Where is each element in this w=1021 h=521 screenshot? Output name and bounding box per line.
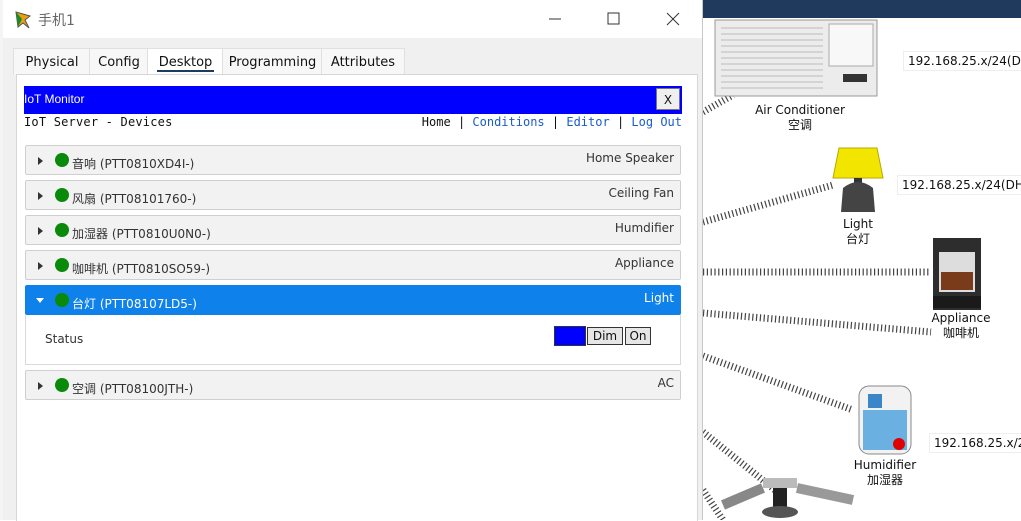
device-type: Ceiling Fan xyxy=(608,186,674,200)
close-button[interactable] xyxy=(653,6,693,32)
humidifier-icon xyxy=(858,385,912,455)
coffee-machine-icon xyxy=(933,238,981,310)
device-row-humidifier[interactable]: 加湿器 (PTT0810U0N0-) Humdifier xyxy=(25,215,681,245)
topology-canvas[interactable]: Air Conditioner 空调 Light 台灯 Appliance 咖啡机 H… xyxy=(703,0,1021,520)
iot-monitor-title: IoT Monitor xyxy=(24,92,85,106)
nav-separator: | xyxy=(551,115,560,129)
iot-close-button[interactable]: X xyxy=(656,88,680,110)
expand-caret-icon xyxy=(38,262,43,270)
maximize-button[interactable] xyxy=(593,6,633,32)
status-dot-icon xyxy=(55,378,69,392)
device-row-speaker[interactable]: 音响 (PTT0810XD4I-) Home Speaker xyxy=(25,145,681,175)
light-label: Light 台灯 xyxy=(843,217,873,246)
tab-attributes[interactable]: Attributes xyxy=(321,48,405,75)
nav-home-link[interactable]: Home xyxy=(422,115,451,129)
device-type: Light xyxy=(644,291,674,305)
expand-caret-icon xyxy=(38,192,43,200)
status-label: Status xyxy=(45,332,84,346)
device-name: 音响 (PTT0810XD4I-) xyxy=(72,157,195,171)
device-row-coffee[interactable]: 咖啡机 (PTT0810SO59-) Appliance xyxy=(25,250,681,280)
nav-editor-link[interactable]: Editor xyxy=(566,115,609,129)
ip-label: 192.168.25.x/24(DHC xyxy=(897,175,1021,195)
status-color-indicator xyxy=(554,326,586,346)
nav-conditions-link[interactable]: Conditions xyxy=(472,115,544,129)
nav-separator: | xyxy=(457,115,466,129)
status-dot-icon xyxy=(55,188,69,202)
minimize-icon xyxy=(549,18,561,20)
status-dot-icon xyxy=(55,258,69,272)
maximize-icon xyxy=(607,12,620,25)
device-type: Home Speaker xyxy=(585,151,674,165)
tab-programming[interactable]: Programming xyxy=(222,48,323,75)
tab-physical[interactable]: Physical xyxy=(13,48,91,75)
app-icon xyxy=(15,11,32,29)
status-dot-icon xyxy=(55,293,69,307)
desktop-content: IoT Monitor X IoT Server - Devices Home … xyxy=(16,74,698,521)
expand-caret-icon xyxy=(38,382,43,390)
lamp-icon xyxy=(832,147,884,212)
expand-caret-icon xyxy=(38,157,43,165)
nav-logout-link[interactable]: Log Out xyxy=(631,115,682,129)
collapse-caret-icon xyxy=(36,298,44,303)
device-row-fan[interactable]: 风扇 (PTT08101760-) Ceiling Fan xyxy=(25,180,681,210)
tab-desktop[interactable]: Desktop xyxy=(147,48,224,75)
expand-caret-icon xyxy=(38,227,43,235)
close-icon xyxy=(666,12,680,26)
ip-label: 192.168.25.x/24(DH xyxy=(903,51,1021,71)
device-type: Appliance xyxy=(614,256,674,270)
device-name: 台灯 (PTT08107LD5-) xyxy=(72,297,197,311)
ceiling-fan-icon xyxy=(721,478,855,518)
device-window: 手机1 Physical Config Desktop Programming … xyxy=(3,0,703,521)
air-conditioner-label: Air Conditioner 空调 xyxy=(755,103,845,132)
lamp-status-panel: Status Dim On xyxy=(25,315,681,365)
nav-separator: | xyxy=(616,115,625,129)
appliance-label: Appliance 咖啡机 xyxy=(931,311,991,340)
on-button[interactable]: On xyxy=(625,327,651,345)
device-name: 风扇 (PTT08101760-) xyxy=(72,192,197,206)
device-type: Humdifier xyxy=(614,221,674,235)
ip-label: 192.168.25.x/24 xyxy=(929,433,1021,453)
iot-subheader: IoT Server - Devices Home | Conditions |… xyxy=(24,115,682,131)
device-type: AC xyxy=(657,376,674,390)
device-name: 咖啡机 (PTT0810SO59-) xyxy=(72,262,211,276)
air-conditioner-icon xyxy=(714,19,878,97)
tab-config[interactable]: Config xyxy=(89,48,149,75)
iot-monitor-header: IoT Monitor X xyxy=(24,86,682,114)
device-name: 空调 (PTT08100JTH-) xyxy=(72,382,194,396)
iot-subtitle: IoT Server - Devices xyxy=(24,115,173,129)
humidifier-label: Humidifier 加湿器 xyxy=(853,458,917,487)
status-dot-icon xyxy=(55,153,69,167)
minimize-button[interactable] xyxy=(535,6,575,32)
iot-nav: Home | Conditions | Editor | Log Out xyxy=(422,115,682,129)
device-name: 加湿器 (PTT0810U0N0-) xyxy=(72,227,211,241)
title-bar[interactable]: 手机1 xyxy=(3,0,702,38)
dim-button[interactable]: Dim xyxy=(587,327,623,345)
window-title: 手机1 xyxy=(38,13,75,29)
device-row-ac[interactable]: 空调 (PTT08100JTH-) AC xyxy=(25,370,681,400)
device-row-lamp[interactable]: 台灯 (PTT08107LD5-) Light xyxy=(25,285,681,315)
status-dot-icon xyxy=(55,223,69,237)
